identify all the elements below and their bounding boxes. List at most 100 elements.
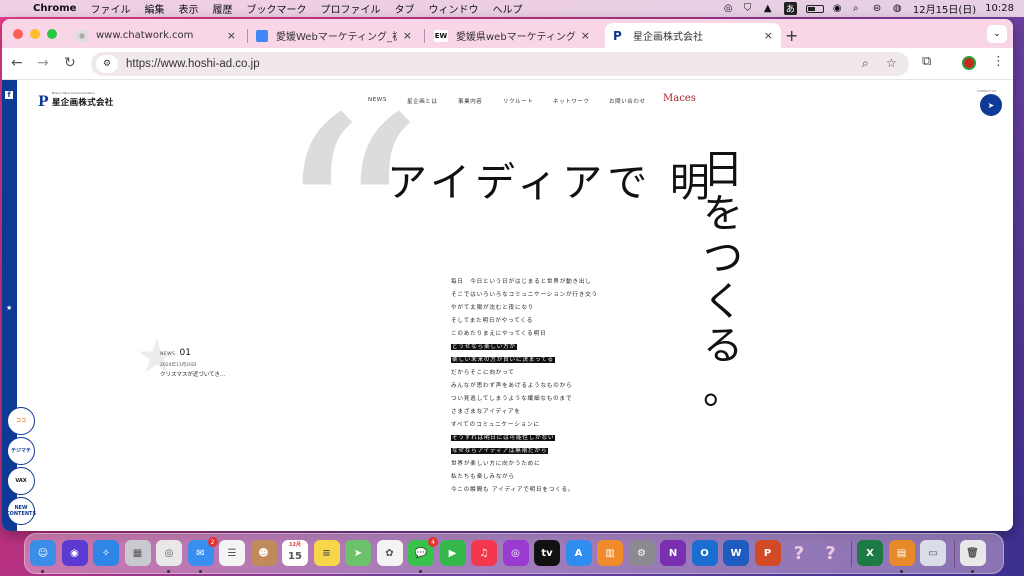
menu-view[interactable]: 表示 [171,1,205,16]
forward-arrow-icon[interactable]: → [37,55,49,71]
chrome-window: www.chatwork.com × 愛媛Webマーケティング_初稿 - × E… [2,19,1013,531]
nav-business[interactable]: 事業内容 [458,97,482,105]
mail-icon[interactable]: ✉ 2 [187,537,218,566]
more-menu-icon[interactable]: ⋮ [992,54,1005,69]
nav-contact[interactable]: お問い合わせ [609,97,646,105]
close-tab-icon[interactable]: × [764,29,773,42]
preview-icon[interactable]: ▭ [920,540,946,566]
dock-icon-glyph: ▤ [896,547,907,559]
finder-icon[interactable]: ☺ [30,540,56,566]
creative-cloud-icon[interactable]: ◎ [724,3,735,14]
contacts-icon[interactable]: ☻ [250,540,277,566]
calendar-icon[interactable]: 15 12月 [282,540,308,566]
powerpoint-icon[interactable]: P [754,540,781,566]
menubar-app-name[interactable]: Chrome [26,3,83,14]
bookmark-star-icon[interactable]: ☆ [886,56,897,70]
tab-hoshi[interactable]: P 星企画株式会社 × [605,23,781,48]
tab-ehime-docs[interactable]: 愛媛Webマーケティング_初稿 - × [248,23,420,48]
reminders-icon[interactable]: ☰ [219,540,245,566]
mac-dock: ☺ ◉ ✧ ▦ ◎ ✉ 2 ☰ ☻ 15 12月 ≡ ➤ ✿ 💬 4 ▶ ♫ ◎ tv A ▥ ⚙ N O W P?? X ▤ ▭ 🗑 [24,533,1004,574]
back-arrow-icon[interactable]: ← [11,55,23,71]
extensions-icon[interactable]: ⧉ [922,54,931,69]
battery-icon[interactable] [805,4,824,13]
facetime-icon[interactable]: ▶ [439,540,466,566]
news-item[interactable]: NEWS 01 2024年11月20日 クリスマスが近づいてき… [160,340,226,378]
triangle-status-icon[interactable]: ▲ [764,3,775,14]
dock-icon-glyph: ≡ [322,547,331,559]
menubar-time[interactable]: 10:28 [985,3,1014,14]
menu-history[interactable]: 履歴 [205,1,239,16]
appletv-icon[interactable]: tv [534,540,560,566]
profile-avatar[interactable] [962,56,976,70]
excel-icon[interactable]: X [857,540,883,566]
maps-icon[interactable]: ➤ [345,540,371,566]
zoom-icon[interactable]: ⌕ [862,56,869,71]
settings-icon[interactable]: ⚙ [628,540,655,566]
address-bar[interactable]: ⚙ https://www.hoshi-ad.co.jp ⌕ ☆ [91,52,909,76]
menu-file[interactable]: ファイル [83,1,137,16]
nav-network[interactable]: ネットワーク [553,97,590,105]
app-folder-icon[interactable]: ▤ [888,540,915,566]
manifesto-line: そしてまた明日がやってくる [451,317,598,330]
siri-icon[interactable]: ◉ [61,540,88,566]
new-tab-button[interactable]: + [785,26,798,45]
menu-help[interactable]: ヘルプ [485,1,529,16]
reload-icon[interactable]: ↻ [64,55,76,71]
tab-search-chevron-icon[interactable]: ⌄ [987,25,1007,43]
nav-recruit[interactable]: リクルート [503,97,533,105]
podcasts-icon[interactable]: ◎ [502,540,529,566]
messages-icon[interactable]: 💬 4 [408,537,438,566]
tab-chatwork[interactable]: www.chatwork.com × [68,23,244,48]
minimize-window-button[interactable] [30,29,40,39]
menu-bookmarks[interactable]: ブックマーク [239,1,313,16]
site-settings-icon[interactable]: ⚙ [96,55,118,73]
unknown-app-icon[interactable]: ? [786,540,812,566]
address-url[interactable]: https://www.hoshi-ad.co.jp [126,58,260,70]
badge-vax[interactable]: VAX [7,467,35,495]
badge-coco[interactable]: ココ [7,407,35,435]
close-window-button[interactable] [13,29,23,39]
dock-icon-glyph: ◎ [164,547,174,559]
safari-icon[interactable]: ✧ [93,540,119,566]
site-logo[interactable]: P 星企画株式会社 Brand Value Communication [38,91,114,109]
running-indicator [198,570,202,573]
badge-tejimachi[interactable]: テジマチ [7,437,35,465]
hero-headline: アイディアで 明 [387,160,715,206]
running-indicator [167,570,170,573]
news-title[interactable]: クリスマスが近づいてき… [160,370,226,378]
spotlight-search-icon[interactable]: ⌕ [853,3,864,14]
close-tab-icon[interactable]: × [403,29,412,42]
close-tab-icon[interactable]: × [227,29,236,42]
tab-ehime-company[interactable]: EW 愛媛県webマーケティング会社お × [426,23,598,48]
onenote-icon[interactable]: N [660,540,686,566]
photos-icon[interactable]: ✿ [376,540,403,566]
badge-new-contents[interactable]: NEW CONTENTS [6,497,36,525]
menu-window[interactable]: ウィンドウ [421,1,485,16]
unknown-app-icon-2[interactable]: ? [818,540,844,566]
books-icon[interactable]: ▥ [597,540,623,566]
music-icon[interactable]: ♫ [471,540,497,566]
manifesto-line: なぜならアイディアは無限だから [451,447,598,460]
dock-separator [953,541,955,567]
menu-profiles[interactable]: プロファイル [313,1,387,16]
close-tab-icon[interactable]: × [581,29,590,42]
zoom-window-button[interactable] [47,29,57,39]
menu-tab[interactable]: タブ [387,1,421,16]
shield-icon[interactable]: ⛉ [744,3,755,14]
launchpad-icon[interactable]: ▦ [124,540,151,566]
facebook-icon[interactable]: f [5,91,13,99]
user-account-icon[interactable]: ◉ [833,3,844,14]
word-icon[interactable]: W [723,540,749,566]
input-method-indicator[interactable]: あ [783,2,797,15]
menubar-date[interactable]: 12月15日(日) [913,1,976,16]
control-center-icon[interactable]: ⊜ [873,3,884,14]
notes-icon[interactable]: ≡ [313,540,340,566]
outlook-icon[interactable]: O [691,540,718,566]
siri-menubar-icon[interactable]: ◍ [893,3,904,14]
chrome-icon[interactable]: ◎ [156,540,182,566]
appstore-icon[interactable]: A [565,540,592,566]
maces-link[interactable]: Maces [663,93,696,104]
contact-button[interactable]: ➤ [980,94,1002,116]
menu-edit[interactable]: 編集 [137,1,171,16]
trash-icon[interactable]: 🗑 [959,540,986,566]
